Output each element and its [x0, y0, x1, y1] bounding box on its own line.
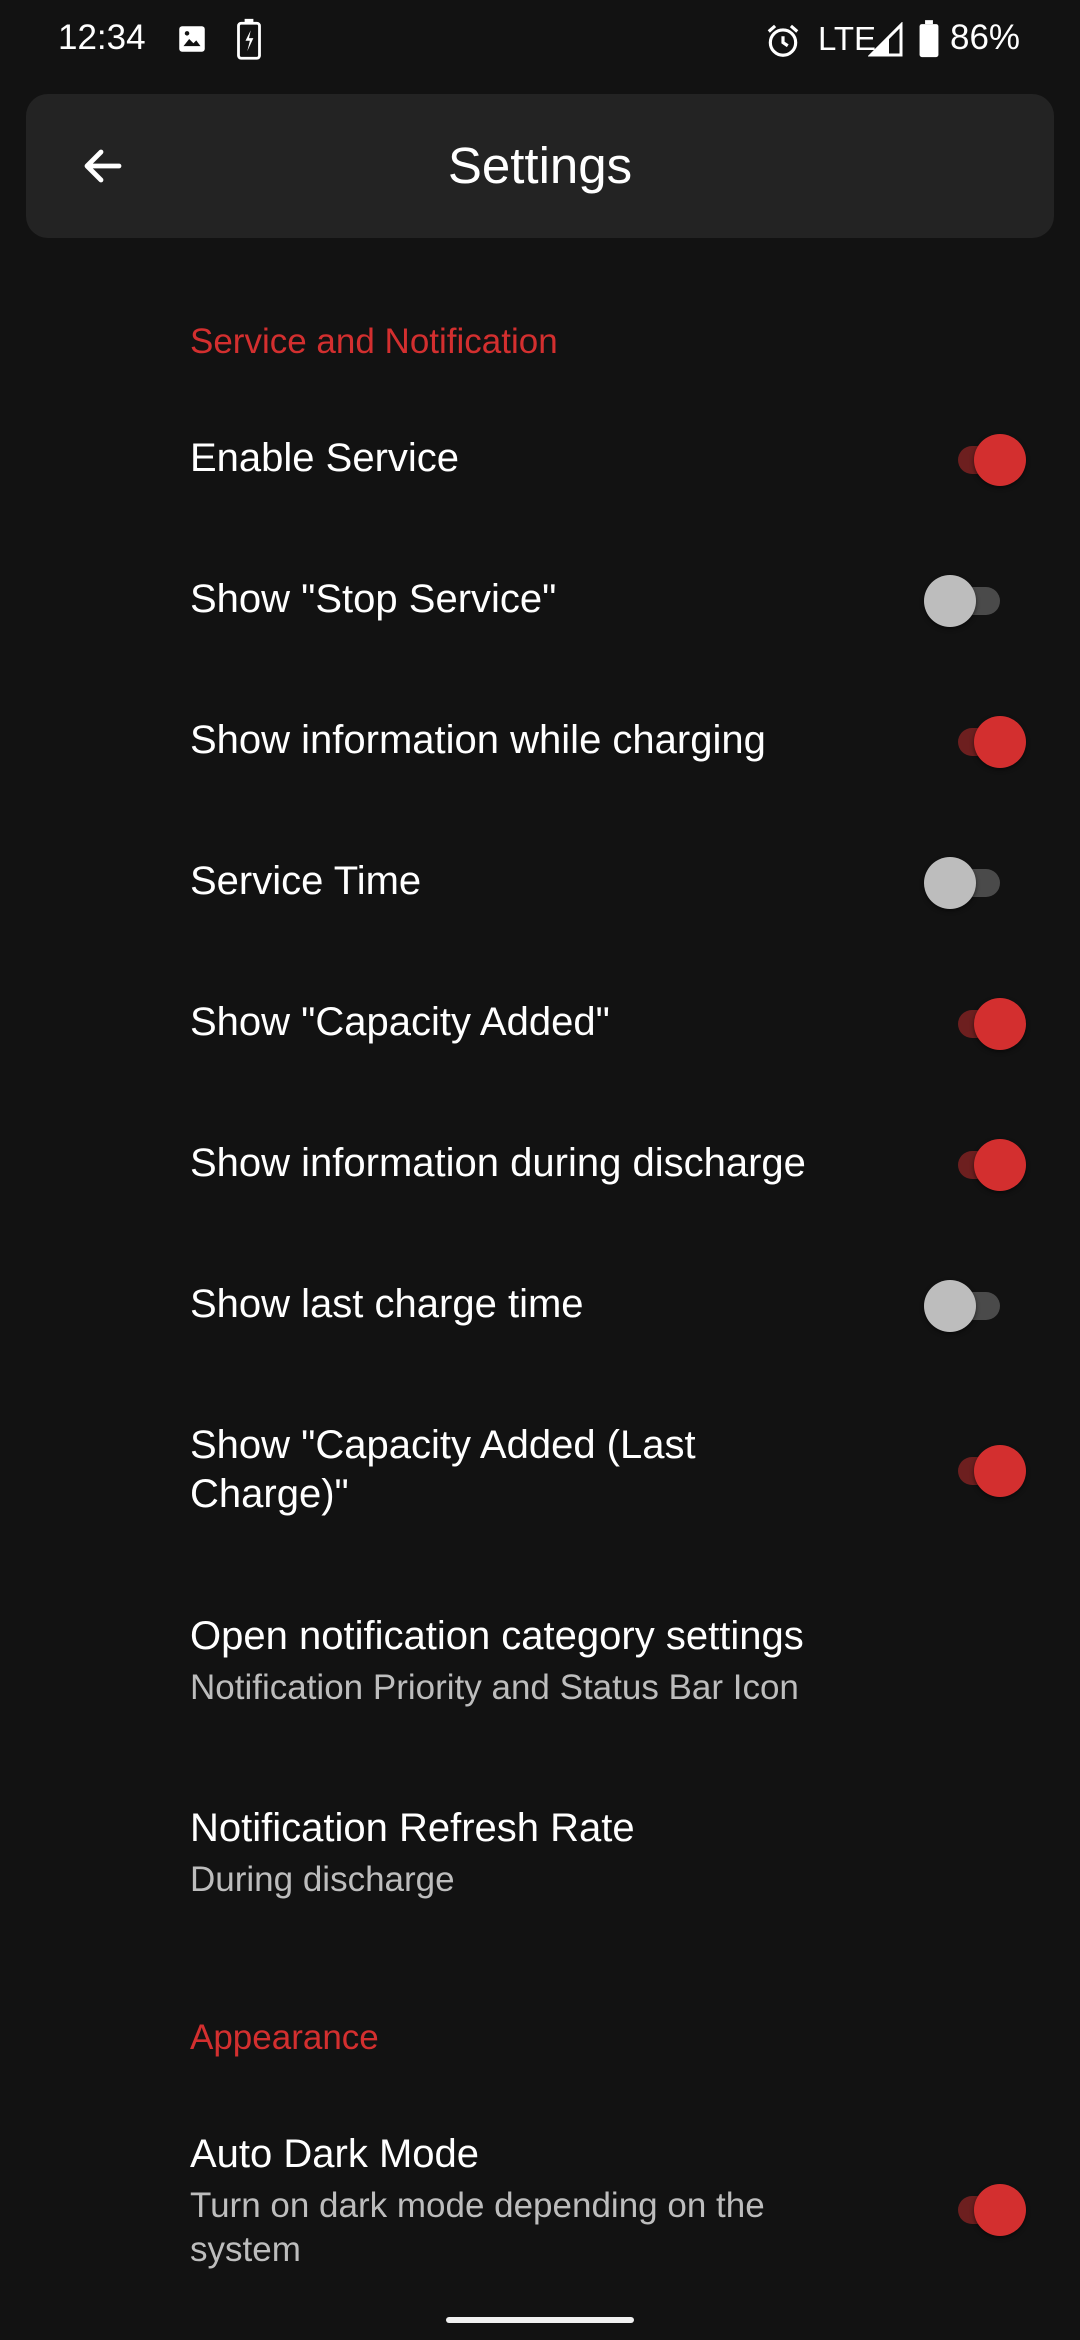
show-stop-service-switch[interactable]: [924, 571, 1006, 631]
pref-title: Enable Service: [190, 436, 460, 480]
section-header-service-notification: Service and Notification: [190, 322, 558, 361]
pref-notification-refresh-rate[interactable]: Notification Refresh Rate During dischar…: [0, 1782, 1080, 1932]
battery-percent: 86%: [950, 18, 1021, 57]
pref-title: Service Time: [190, 859, 422, 903]
pref-show-info-while-charging[interactable]: Show information while charging: [0, 692, 1080, 792]
gesture-nav-handle[interactable]: [446, 2317, 634, 2323]
pref-open-notification-category-settings[interactable]: Open notification category settings Noti…: [0, 1590, 1080, 1740]
show-info-charging-switch[interactable]: [944, 712, 1026, 772]
pref-summary: Turn on dark mode depending on the syste…: [190, 2186, 765, 2269]
pref-show-capacity-added-last-charge[interactable]: Show "Capacity Added (Last Charge)": [0, 1397, 1080, 1537]
battery-charging-icon: [237, 18, 261, 60]
pref-title: Open notification category settings: [190, 1614, 804, 1658]
back-button[interactable]: [66, 129, 140, 203]
pref-title: Auto Dark Mode: [190, 2132, 480, 2176]
show-last-charge-time-switch[interactable]: [924, 1276, 1006, 1336]
page-title: Settings: [447, 137, 633, 194]
arrow-back-icon: [84, 149, 122, 183]
pref-show-stop-service[interactable]: Show "Stop Service": [0, 551, 1080, 651]
pref-show-last-charge-time[interactable]: Show last charge time: [0, 1256, 1080, 1356]
pref-title: Show information while charging: [190, 718, 766, 762]
pref-service-time[interactable]: Service Time: [0, 833, 1080, 933]
pref-auto-dark-mode[interactable]: Auto Dark Mode Turn on dark mode dependi…: [0, 2110, 1080, 2280]
status-time: 12:34: [58, 18, 146, 57]
status-bar: 12:34 LTE 86%: [0, 0, 1080, 80]
pref-title: Show last charge time: [190, 1282, 584, 1326]
top-app-bar: Settings: [26, 94, 1054, 238]
pref-title: Show "Stop Service": [190, 577, 557, 621]
pref-title: Show "Capacity Added": [190, 1000, 610, 1044]
pref-title: Show "Capacity Added (Last Charge)": [190, 1423, 696, 1516]
pref-enable-service[interactable]: Enable Service: [0, 410, 1080, 510]
section-header-appearance: Appearance: [190, 2018, 379, 2057]
image-icon: [179, 26, 205, 52]
show-capacity-added-switch[interactable]: [944, 994, 1026, 1054]
show-info-discharge-switch[interactable]: [944, 1135, 1026, 1195]
auto-dark-mode-switch[interactable]: [944, 2180, 1026, 2240]
enable-service-switch[interactable]: [944, 430, 1026, 490]
alarm-icon: [767, 24, 799, 57]
service-time-switch[interactable]: [924, 853, 1006, 913]
show-capacity-added-last-charge-switch[interactable]: [944, 1441, 1026, 1501]
signal-icon: [868, 22, 903, 57]
pref-show-capacity-added[interactable]: Show "Capacity Added": [0, 974, 1080, 1074]
pref-summary: During discharge: [190, 1860, 455, 1899]
battery-icon: [919, 20, 939, 58]
pref-show-info-during-discharge[interactable]: Show information during discharge: [0, 1115, 1080, 1215]
pref-title: Show information during discharge: [190, 1141, 806, 1185]
pref-title: Notification Refresh Rate: [190, 1806, 635, 1850]
pref-summary: Notification Priority and Status Bar Ico…: [190, 1668, 799, 1707]
